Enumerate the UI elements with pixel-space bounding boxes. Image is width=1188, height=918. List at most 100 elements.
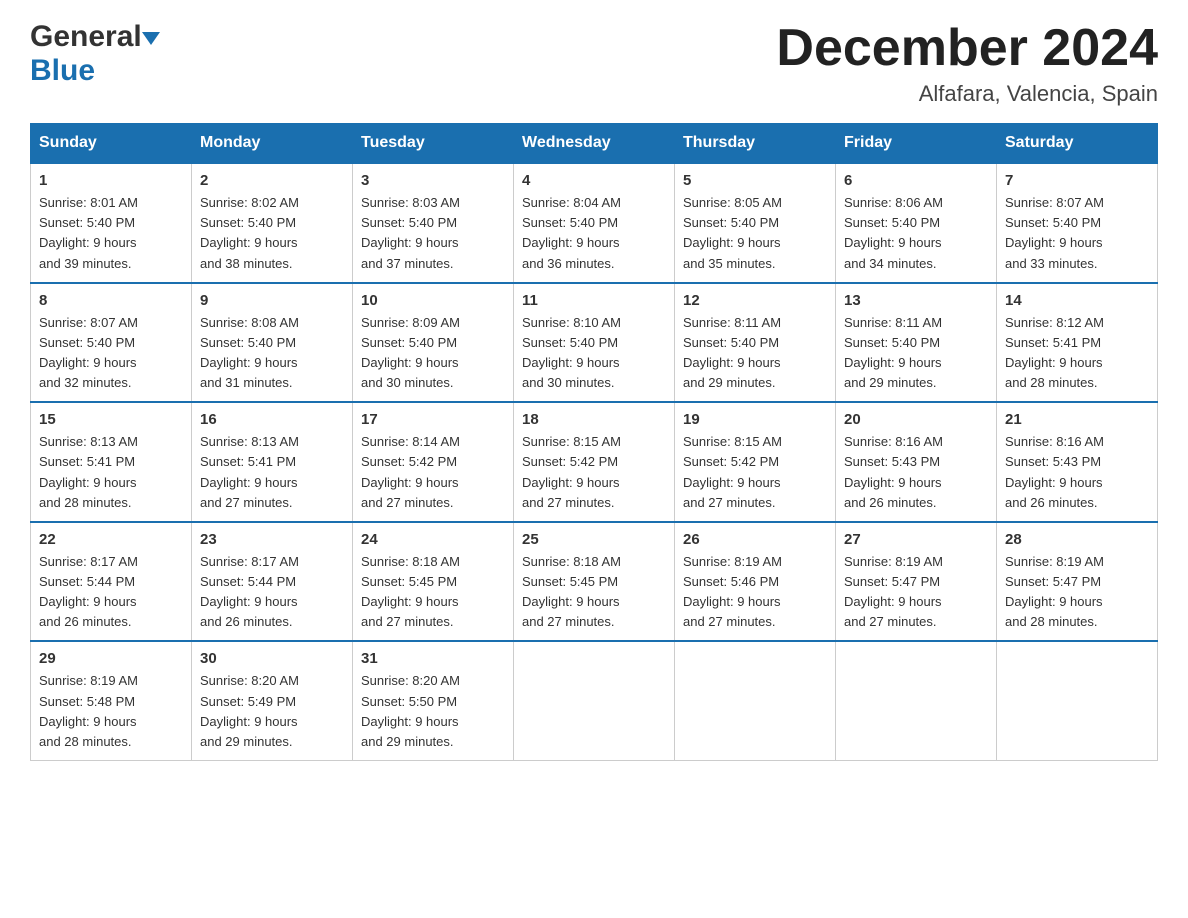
week-row-2: 8Sunrise: 8:07 AMSunset: 5:40 PMDaylight…: [31, 283, 1158, 403]
day-number: 1: [39, 172, 183, 189]
cell-week3-day2: 16Sunrise: 8:13 AMSunset: 5:41 PMDayligh…: [192, 402, 353, 522]
day-detail: Sunrise: 8:04 AMSunset: 5:40 PMDaylight:…: [522, 193, 666, 274]
cell-week3-day3: 17 Sunrise: 8:14 AMSunset: 5:42 PMDayligh…: [353, 402, 514, 522]
day-number: 10: [361, 292, 505, 309]
day-number: 17: [361, 411, 505, 428]
col-monday: Monday: [192, 124, 353, 164]
day-detail: Sunrise: 8:11 AMSunset: 5:40 PMDaylight:…: [683, 313, 827, 394]
day-number: 19: [683, 411, 827, 428]
day-detail: Sunrise: 8:03 AMSunset: 5:40 PMDaylight:…: [361, 193, 505, 274]
day-detail: Sunrise: 8:15 AMSunset: 5:42 PMDaylight:…: [683, 432, 827, 513]
cell-week1-day4: 4 Sunrise: 8:04 AMSunset: 5:40 PMDaylight…: [514, 163, 675, 283]
day-number: 23: [200, 531, 344, 548]
cell-week3-day7: 21Sunrise: 8:16 AMSunset: 5:43 PMDayligh…: [997, 402, 1158, 522]
day-detail: Sunrise: 8:16 AMSunset: 5:43 PMDaylight:…: [1005, 432, 1149, 513]
day-detail: Sunrise: 8:18 AMSunset: 5:45 PMDaylight:…: [522, 552, 666, 633]
day-detail: Sunrise: 8:01 AMSunset: 5:40 PMDaylight:…: [39, 193, 183, 274]
day-number: 28: [1005, 531, 1149, 548]
calendar-table: Sunday Monday Tuesday Wednesday Thursday…: [30, 123, 1158, 761]
cell-week5-day2: 30 Sunrise: 8:20 AMSunset: 5:49 PMDayligh…: [192, 641, 353, 760]
day-detail: Sunrise: 8:19 AMSunset: 5:47 PMDaylight:…: [844, 552, 988, 633]
day-detail: Sunrise: 8:02 AMSunset: 5:40 PMDaylight:…: [200, 193, 344, 274]
day-detail: Sunrise: 8:20 AMSunset: 5:50 PMDaylight:…: [361, 671, 505, 752]
page-header: General Blue December 2024 Alfafara, Val…: [30, 20, 1158, 107]
cell-week4-day4: 25 Sunrise: 8:18 AMSunset: 5:45 PMDayligh…: [514, 522, 675, 642]
day-number: 2: [200, 172, 344, 189]
day-number: 14: [1005, 292, 1149, 309]
cell-week5-day6: [836, 641, 997, 760]
cell-week1-day3: 3 Sunrise: 8:03 AMSunset: 5:40 PMDaylight…: [353, 163, 514, 283]
day-number: 15: [39, 411, 183, 428]
cell-week4-day2: 23 Sunrise: 8:17 AMSunset: 5:44 PMDayligh…: [192, 522, 353, 642]
day-detail: Sunrise: 8:17 AMSunset: 5:44 PMDaylight:…: [39, 552, 183, 633]
cell-week2-day4: 11 Sunrise: 8:10 AMSunset: 5:40 PMDayligh…: [514, 283, 675, 403]
day-number: 25: [522, 531, 666, 548]
cell-week2-day5: 12Sunrise: 8:11 AMSunset: 5:40 PMDayligh…: [675, 283, 836, 403]
day-number: 16: [200, 411, 344, 428]
cell-week2-day7: 14 Sunrise: 8:12 AMSunset: 5:41 PMDayligh…: [997, 283, 1158, 403]
cell-week4-day6: 27 Sunrise: 8:19 AMSunset: 5:47 PMDayligh…: [836, 522, 997, 642]
cell-week5-day4: [514, 641, 675, 760]
day-detail: Sunrise: 8:07 AMSunset: 5:40 PMDaylight:…: [1005, 193, 1149, 274]
week-row-5: 29 Sunrise: 8:19 AMSunset: 5:48 PMDayligh…: [31, 641, 1158, 760]
cell-week1-day7: 7 Sunrise: 8:07 AMSunset: 5:40 PMDaylight…: [997, 163, 1158, 283]
month-title: December 2024: [776, 20, 1158, 77]
day-number: 9: [200, 292, 344, 309]
week-row-1: 1 Sunrise: 8:01 AMSunset: 5:40 PMDaylight…: [31, 163, 1158, 283]
day-number: 7: [1005, 172, 1149, 189]
day-detail: Sunrise: 8:11 AMSunset: 5:40 PMDaylight:…: [844, 313, 988, 394]
cell-week2-day3: 10 Sunrise: 8:09 AMSunset: 5:40 PMDayligh…: [353, 283, 514, 403]
day-detail: Sunrise: 8:08 AMSunset: 5:40 PMDaylight:…: [200, 313, 344, 394]
day-number: 29: [39, 650, 183, 667]
cell-week4-day1: 22 Sunrise: 8:17 AMSunset: 5:44 PMDayligh…: [31, 522, 192, 642]
day-detail: Sunrise: 8:12 AMSunset: 5:41 PMDaylight:…: [1005, 313, 1149, 394]
day-number: 11: [522, 292, 666, 309]
title-area: December 2024 Alfafara, Valencia, Spain: [776, 20, 1158, 107]
cell-week1-day2: 2 Sunrise: 8:02 AMSunset: 5:40 PMDaylight…: [192, 163, 353, 283]
day-number: 24: [361, 531, 505, 548]
day-number: 31: [361, 650, 505, 667]
day-detail: Sunrise: 8:13 AMSunset: 5:41 PMDaylight:…: [39, 432, 183, 513]
cell-week4-day5: 26Sunrise: 8:19 AMSunset: 5:46 PMDayligh…: [675, 522, 836, 642]
day-detail: Sunrise: 8:16 AMSunset: 5:43 PMDaylight:…: [844, 432, 988, 513]
cell-week3-day6: 20 Sunrise: 8:16 AMSunset: 5:43 PMDayligh…: [836, 402, 997, 522]
day-detail: Sunrise: 8:18 AMSunset: 5:45 PMDaylight:…: [361, 552, 505, 633]
day-detail: Sunrise: 8:14 AMSunset: 5:42 PMDaylight:…: [361, 432, 505, 513]
calendar-body: 1 Sunrise: 8:01 AMSunset: 5:40 PMDaylight…: [31, 163, 1158, 760]
day-detail: Sunrise: 8:10 AMSunset: 5:40 PMDaylight:…: [522, 313, 666, 394]
day-number: 4: [522, 172, 666, 189]
cell-week3-day4: 18Sunrise: 8:15 AMSunset: 5:42 PMDayligh…: [514, 402, 675, 522]
day-number: 22: [39, 531, 183, 548]
cell-week1-day6: 6Sunrise: 8:06 AMSunset: 5:40 PMDaylight…: [836, 163, 997, 283]
day-detail: Sunrise: 8:09 AMSunset: 5:40 PMDaylight:…: [361, 313, 505, 394]
cell-week1-day1: 1 Sunrise: 8:01 AMSunset: 5:40 PMDaylight…: [31, 163, 192, 283]
day-number: 5: [683, 172, 827, 189]
cell-week3-day5: 19 Sunrise: 8:15 AMSunset: 5:42 PMDayligh…: [675, 402, 836, 522]
day-detail: Sunrise: 8:19 AMSunset: 5:47 PMDaylight:…: [1005, 552, 1149, 633]
day-number: 30: [200, 650, 344, 667]
day-detail: Sunrise: 8:17 AMSunset: 5:44 PMDaylight:…: [200, 552, 344, 633]
day-detail: Sunrise: 8:06 AMSunset: 5:40 PMDaylight:…: [844, 193, 988, 274]
day-number: 3: [361, 172, 505, 189]
logo: General Blue: [30, 20, 160, 88]
day-number: 18: [522, 411, 666, 428]
cell-week4-day7: 28 Sunrise: 8:19 AMSunset: 5:47 PMDayligh…: [997, 522, 1158, 642]
cell-week5-day7: [997, 641, 1158, 760]
cell-week1-day5: 5Sunrise: 8:05 AMSunset: 5:40 PMDaylight…: [675, 163, 836, 283]
logo-general: General: [30, 20, 142, 54]
day-number: 20: [844, 411, 988, 428]
day-detail: Sunrise: 8:19 AMSunset: 5:48 PMDaylight:…: [39, 671, 183, 752]
week-row-4: 22 Sunrise: 8:17 AMSunset: 5:44 PMDayligh…: [31, 522, 1158, 642]
cell-week5-day5: [675, 641, 836, 760]
cell-week5-day1: 29 Sunrise: 8:19 AMSunset: 5:48 PMDayligh…: [31, 641, 192, 760]
col-saturday: Saturday: [997, 124, 1158, 164]
day-detail: Sunrise: 8:20 AMSunset: 5:49 PMDaylight:…: [200, 671, 344, 752]
day-number: 27: [844, 531, 988, 548]
cell-week2-day2: 9 Sunrise: 8:08 AMSunset: 5:40 PMDaylight…: [192, 283, 353, 403]
col-friday: Friday: [836, 124, 997, 164]
logo-blue: Blue: [30, 54, 95, 87]
cell-week2-day1: 8Sunrise: 8:07 AMSunset: 5:40 PMDaylight…: [31, 283, 192, 403]
calendar-header: Sunday Monday Tuesday Wednesday Thursday…: [31, 124, 1158, 164]
day-detail: Sunrise: 8:07 AMSunset: 5:40 PMDaylight:…: [39, 313, 183, 394]
col-thursday: Thursday: [675, 124, 836, 164]
